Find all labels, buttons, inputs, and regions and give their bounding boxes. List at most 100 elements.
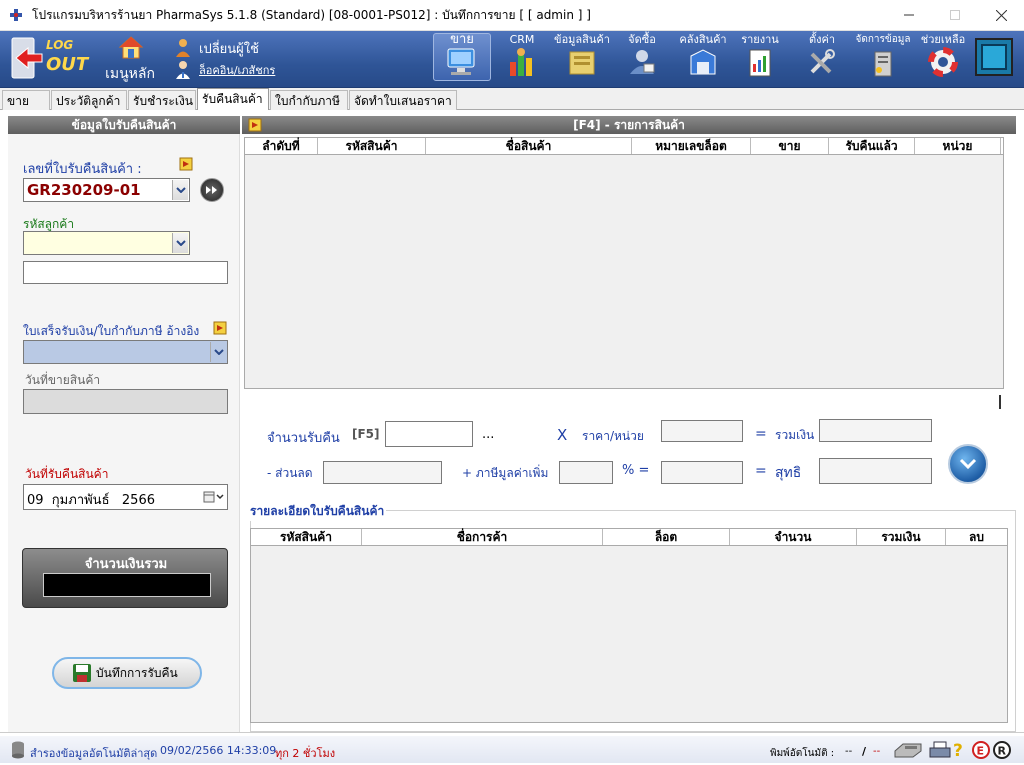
add-item-button[interactable] <box>948 444 988 484</box>
col-product-code[interactable]: รหัสสินค้า <box>318 138 426 154</box>
toolbar-data-manage[interactable]: จัดการข้อมูล <box>852 33 914 85</box>
module-tabs: ขาย ประวัติลูกค้า รับชำระเงิน รับคืนสินค… <box>0 88 1024 110</box>
user-box: เปลี่ยนผู้ใช้ ล็อคอิน/เภสัชกร <box>175 37 295 83</box>
minimize-icon <box>904 14 914 16</box>
maximize-button[interactable] <box>932 0 978 31</box>
lookup-icon[interactable] <box>248 118 262 132</box>
fast-forward-icon <box>206 186 217 194</box>
tab-sell[interactable]: ขาย <box>2 90 50 110</box>
details-grid-header: รหัสสินค้า ชื่อการค้า ล็อต จำนวน รวมเงิน… <box>251 529 1007 546</box>
save-return-button[interactable]: บันทึกการรับคืน <box>52 657 202 689</box>
tab-receive-payment[interactable]: รับชำระเงิน <box>128 90 196 110</box>
login-pharmacist-label: ล็อคอิน/เภสัชกร <box>199 64 276 77</box>
login-pharmacist-link[interactable]: ล็อคอิน/เภสัชกร <box>175 59 295 81</box>
percent-equals: % = <box>622 463 650 478</box>
col-detail-total[interactable]: รวมเงิน <box>857 529 946 545</box>
lookup-icon[interactable] <box>213 321 227 335</box>
vat-amount-field <box>661 461 743 484</box>
tab-customer-history[interactable]: ประวัติลูกค้า <box>51 90 127 110</box>
cashier-icon <box>447 48 475 75</box>
toolbar-crm[interactable]: CRM <box>500 33 544 85</box>
return-qty-key: [F5] <box>352 427 380 441</box>
customer-code-combo[interactable] <box>23 231 190 255</box>
vat-label: + ภาษีมูลค่าเพิ่ม <box>462 466 549 480</box>
col-lot-number[interactable]: หมายเลขล็อต <box>632 138 751 154</box>
tab-product-return[interactable]: รับคืนสินค้า <box>197 88 269 110</box>
pharmacist-icon <box>176 61 190 79</box>
toolbar-product-info[interactable]: ข้อมูลสินค้า <box>554 33 610 85</box>
col-seq[interactable]: ลำดับที่ <box>245 138 318 154</box>
net-label: สุทธิ <box>775 465 802 481</box>
return-details-grid[interactable]: รหัสสินค้า ชื่อการค้า ล็อต จำนวน รวมเงิน… <box>250 528 1008 723</box>
col-detail-product-code[interactable]: รหัสสินค้า <box>251 529 362 545</box>
r-badge-icon[interactable]: R <box>993 741 1011 759</box>
qty-more[interactable]: ... <box>482 427 494 442</box>
product-list-grid[interactable]: ลำดับที่ รหัสสินค้า ชื่อสินค้า หมายเลขล็… <box>244 137 1004 389</box>
lookup-icon[interactable] <box>179 157 193 171</box>
scroll-marker <box>999 395 1001 409</box>
col-detail-trade-name[interactable]: ชื่อการค้า <box>362 529 603 545</box>
times-sign: X <box>557 426 568 444</box>
total-amount-label: จำนวนเงินรวม <box>84 557 168 572</box>
cash-drawer-icon[interactable] <box>893 741 923 759</box>
price-per-unit-field <box>661 420 743 442</box>
chevron-down-icon <box>175 187 186 193</box>
toolbar-purchase[interactable]: จัดซื้อ <box>622 33 662 85</box>
backup-label: สำรองข้อมูลอัตโนมัติล่าสุด <box>30 747 158 760</box>
toolbar-sell[interactable]: ขาย <box>436 33 488 85</box>
change-user-button[interactable]: เปลี่ยนผู้ใช้ <box>175 37 295 59</box>
help-question-icon[interactable]: ? <box>952 741 966 759</box>
toolbar-report[interactable]: รายงาน <box>740 33 780 85</box>
home-icon <box>118 36 144 59</box>
subtotal-field <box>819 419 932 442</box>
return-no-label: เลขที่ใบรับคืนสินค้า : <box>23 162 142 177</box>
total-amount-box: จำนวนเงินรวม <box>22 548 228 608</box>
return-no-dropdown[interactable] <box>172 180 188 200</box>
col-detail-qty[interactable]: จำนวน <box>730 529 857 545</box>
col-returned[interactable]: รับคืนแล้ว <box>829 138 915 154</box>
toolbar-warehouse[interactable]: คลังสินค้า <box>676 33 730 85</box>
chevron-down-icon <box>175 240 186 246</box>
tab-quotation[interactable]: จัดทำใบเสนอราคา <box>349 90 457 110</box>
save-disk-icon <box>73 664 91 682</box>
col-sold[interactable]: ขาย <box>751 138 829 154</box>
auto-print-label: พิมพ์อัตโนมัติ : <box>770 748 835 759</box>
main-menu-button[interactable]: เมนูหลัก <box>100 35 160 85</box>
logout-bottom-label: OUT <box>46 54 89 75</box>
warehouse-icon <box>690 49 716 75</box>
col-detail-delete[interactable]: ลบ <box>946 529 1007 545</box>
window-layout-icon <box>981 44 1007 70</box>
window-layout-button[interactable] <box>975 38 1013 76</box>
printer-icon[interactable] <box>928 740 954 760</box>
close-window-button[interactable] <box>978 0 1024 31</box>
discount-field[interactable] <box>323 461 442 484</box>
toolbar-help[interactable]: ช่วยเหลือ <box>918 33 968 85</box>
vat-percent-field[interactable] <box>559 461 613 484</box>
auto-print-separator: / <box>862 745 867 758</box>
toolbar-settings[interactable]: ตั้งค่า <box>802 33 842 85</box>
customer-code-dropdown[interactable] <box>172 233 188 253</box>
discount-label: - ส่วนลด <box>267 466 313 480</box>
crm-chart-icon <box>510 48 532 76</box>
product-grid-header: ลำดับที่ รหัสสินค้า ชื่อสินค้า หมายเลขล็… <box>245 138 1003 155</box>
next-return-button[interactable] <box>200 178 224 202</box>
col-unit[interactable]: หน่วย <box>915 138 1001 154</box>
receipt-ref-combo[interactable] <box>23 340 228 364</box>
return-qty-input[interactable] <box>385 421 473 447</box>
chevron-down-icon <box>959 458 977 470</box>
col-detail-lot[interactable]: ล็อต <box>603 529 730 545</box>
customer-name-field[interactable] <box>23 261 228 284</box>
tab-tax-invoice[interactable]: ใบกำกับภาษี <box>270 90 348 110</box>
logout-button[interactable]: LOG OUT <box>8 36 90 82</box>
calendar-icon[interactable] <box>203 490 225 504</box>
window-title: โปรแกรมบริหารร้านยา PharmaSys 5.1.8 (Sta… <box>32 7 591 22</box>
return-date-picker[interactable]: 09 กุมภาพันธ์ 2566 <box>23 484 228 510</box>
data-manage-icon <box>874 51 892 77</box>
close-icon <box>995 9 1007 21</box>
col-product-name[interactable]: ชื่อสินค้า <box>426 138 632 154</box>
toolbar-crm-label: CRM <box>509 33 535 46</box>
e-badge-icon[interactable]: E <box>972 741 990 759</box>
return-no-combo[interactable]: GR230209-01 <box>23 178 190 202</box>
receipt-ref-dropdown[interactable] <box>210 342 226 362</box>
minimize-button[interactable] <box>886 0 932 31</box>
